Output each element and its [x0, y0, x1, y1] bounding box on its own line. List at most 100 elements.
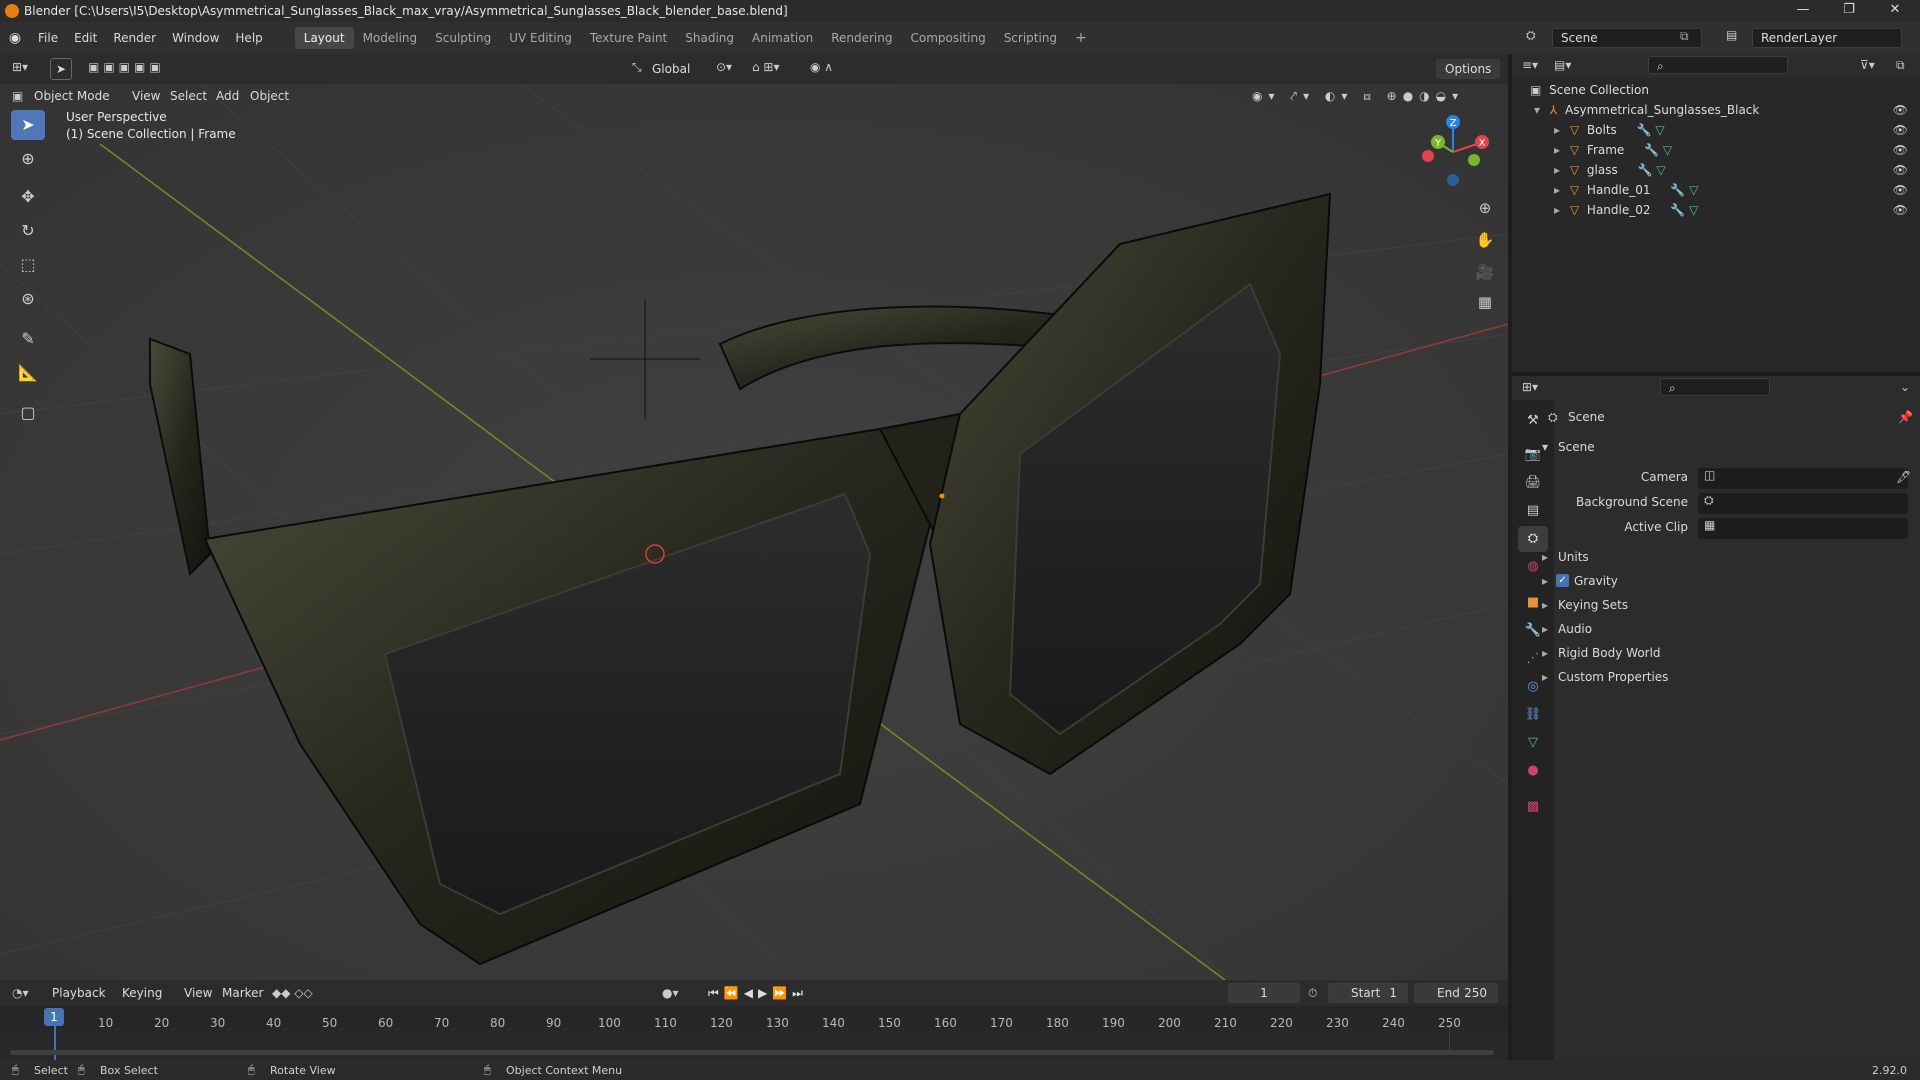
eyedropper-icon[interactable]: 🖋 — [1896, 470, 1911, 484]
scene-type-icon[interactable]: ⛭ — [1526, 28, 1536, 43]
rotate-tool[interactable]: ↻ — [11, 216, 45, 246]
visibility-eye-icon[interactable]: 👁 — [1893, 180, 1908, 200]
options-chevron-icon[interactable]: ⌄ — [1900, 380, 1910, 394]
new-scene-icon[interactable]: ⧉ — [1680, 29, 1689, 44]
pin-icon[interactable]: 📌 — [1898, 410, 1913, 424]
outliner-row-handle-02[interactable]: ▸ ▽ Handle_02 🔧 ▽ 👁 — [1512, 200, 1920, 220]
expand-arrow-icon[interactable]: ▸ — [1554, 143, 1560, 157]
expand-arrow-icon[interactable]: ▾ — [1534, 103, 1540, 117]
add-cube-tool[interactable]: ▢ — [11, 398, 45, 428]
tab-shading[interactable]: Shading — [676, 27, 743, 49]
active-clip-field[interactable]: ▦ — [1698, 518, 1908, 539]
expand-arrow-icon[interactable]: ▸ — [1554, 183, 1560, 197]
panel-collapse-icon[interactable]: ▾ — [1542, 440, 1548, 454]
tab-rendering[interactable]: Rendering — [822, 27, 901, 49]
menu-edit[interactable]: Edit — [66, 31, 105, 45]
mesh-data-icon[interactable]: ▽ — [1689, 183, 1698, 197]
transform-orientation-select[interactable]: Global — [652, 59, 690, 79]
start-frame-field[interactable]: Start 1 — [1328, 983, 1408, 1003]
scene-panel-title[interactable]: Scene — [1558, 440, 1595, 454]
texture-tab-icon[interactable]: ▩ — [1518, 794, 1548, 820]
select-box-tool[interactable]: ➤ — [11, 110, 45, 140]
tool-tab-icon[interactable]: ⚒ — [1518, 408, 1548, 434]
expand-arrow-icon[interactable]: ▸ — [1554, 163, 1560, 177]
viewport-display-icons[interactable]: ◉▾ ⤤▾ ◐▾ ⧈ ⊕●◑◒▾ — [1252, 86, 1464, 106]
clock-icon[interactable]: ⏱ — [1308, 983, 1317, 1003]
properties-search[interactable]: ⌕ — [1660, 378, 1770, 396]
outliner-row-handle-01[interactable]: ▸ ▽ Handle_01 🔧 ▽ 👁 — [1512, 180, 1920, 200]
navigation-gizmo[interactable]: Z X Y — [1410, 112, 1490, 186]
filter-icon[interactable]: ⊽▾ — [1860, 58, 1875, 72]
units-panel[interactable]: Units — [1558, 550, 1589, 564]
outliner-row-scene-collection[interactable]: ▣ Scene Collection — [1512, 80, 1920, 100]
properties-type-icon[interactable]: ⊞▾ — [1522, 380, 1538, 394]
pivot-icon[interactable]: ⊙▾ — [716, 60, 732, 74]
data-tab-icon[interactable]: ▽ — [1518, 730, 1548, 756]
maximize-button[interactable]: ❐ — [1826, 0, 1872, 22]
cursor-tool[interactable]: ⊕ — [11, 144, 45, 174]
menu-file[interactable]: File — [30, 31, 66, 45]
select-tool-icon[interactable]: ➤ — [50, 58, 72, 80]
options-button[interactable]: Options — [1436, 59, 1500, 79]
background-scene-field[interactable]: ⛭ — [1698, 493, 1908, 514]
modifier-wrench-icon[interactable]: 🔧 — [1638, 163, 1653, 177]
view-layer-selector[interactable]: RenderLayer — [1752, 28, 1902, 48]
outliner-row-glass[interactable]: ▸ ▽ glass 🔧 ▽ 👁 — [1512, 160, 1920, 180]
modifier-wrench-icon[interactable]: 🔧 — [1670, 203, 1685, 217]
keying-sets-panel[interactable]: Keying Sets — [1558, 598, 1628, 612]
outliner-row-bolts[interactable]: ▸ ▽ Bolts 🔧 ▽ 👁 — [1512, 120, 1920, 140]
visibility-eye-icon[interactable]: 👁 — [1893, 160, 1908, 180]
tab-texture-paint[interactable]: Texture Paint — [581, 27, 676, 49]
gravity-checkbox[interactable]: ✓ — [1556, 574, 1569, 587]
minimize-button[interactable]: — — [1780, 0, 1826, 22]
visibility-eye-icon[interactable]: 👁 — [1893, 200, 1908, 220]
rigid-body-panel[interactable]: Rigid Body World — [1558, 646, 1661, 660]
measure-tool[interactable]: 📐 — [11, 358, 45, 388]
menu-window[interactable]: Window — [164, 31, 227, 45]
tab-compositing[interactable]: Compositing — [901, 27, 994, 49]
tab-animation[interactable]: Animation — [743, 27, 822, 49]
menu-object[interactable]: Object — [250, 86, 289, 106]
annotate-tool[interactable]: ✎ — [11, 324, 45, 354]
keying-menu[interactable]: Keying — [122, 983, 162, 1003]
modifier-wrench-icon[interactable]: 🔧 — [1644, 143, 1659, 157]
custom-properties-panel[interactable]: Custom Properties — [1558, 670, 1668, 684]
tab-uv-editing[interactable]: UV Editing — [500, 27, 581, 49]
visibility-eye-icon[interactable]: 👁 — [1893, 140, 1908, 160]
record-icon[interactable]: ●▾ — [662, 983, 679, 1003]
end-frame-field[interactable]: End 250 — [1414, 983, 1498, 1003]
menu-help[interactable]: Help — [227, 31, 270, 45]
outliner-type-icon[interactable]: ≡▾ — [1522, 58, 1538, 72]
modifier-wrench-icon[interactable]: 🔧 — [1670, 183, 1685, 197]
3d-viewport[interactable]: ▣ Object Mode View Select Add Object ◉▾ … — [0, 84, 1508, 980]
zoom-icon[interactable]: ⊕ — [1470, 194, 1500, 222]
proportional-edit-icon[interactable]: ◉ ∧ — [810, 60, 833, 74]
current-frame-field[interactable]: 1 — [1228, 983, 1300, 1003]
add-workspace-icon[interactable]: + — [1066, 26, 1096, 50]
timeline-scrollbar[interactable] — [10, 1050, 1494, 1055]
visibility-eye-icon[interactable]: 👁 — [1893, 120, 1908, 140]
keying-sets-arrow-icon[interactable]: ▸ — [1542, 598, 1548, 612]
mesh-data-icon[interactable]: ▽ — [1689, 203, 1698, 217]
new-collection-icon[interactable]: ⧉ — [1896, 58, 1905, 73]
expand-arrow-icon[interactable]: ▸ — [1554, 123, 1560, 137]
gravity-panel[interactable]: Gravity — [1574, 574, 1618, 588]
outliner-row-collection[interactable]: ▾ ⅄ Asymmetrical_Sunglasses_Black 👁 — [1512, 100, 1920, 120]
outliner-search[interactable]: ⌕ — [1648, 56, 1788, 74]
outliner-row-frame[interactable]: ▸ ▽ Frame 🔧 ▽ 👁 — [1512, 140, 1920, 160]
view-layer-icon[interactable]: ▤ — [1726, 28, 1737, 42]
transform-tool[interactable]: ⊛ — [11, 284, 45, 314]
units-arrow-icon[interactable]: ▸ — [1542, 550, 1548, 564]
menu-select[interactable]: Select — [170, 86, 207, 106]
scale-tool[interactable]: ⬚ — [11, 250, 45, 280]
pan-hand-icon[interactable]: ✋ — [1470, 226, 1500, 254]
playhead[interactable]: 1 — [44, 1008, 64, 1026]
mode-selector[interactable]: Object Mode — [34, 86, 110, 106]
timeline-type-icon[interactable]: ◔▾ — [12, 983, 29, 1003]
display-mode-icon[interactable]: ▤▾ — [1554, 58, 1571, 72]
modifier-wrench-icon[interactable]: 🔧 — [1637, 123, 1652, 137]
ortho-grid-icon[interactable]: ▦ — [1470, 288, 1500, 316]
keyframe-icons[interactable]: ◆◆ ◇◇ — [272, 983, 313, 1003]
camera-field[interactable]: ◫ — [1698, 468, 1908, 489]
custom-props-arrow-icon[interactable]: ▸ — [1542, 670, 1548, 684]
